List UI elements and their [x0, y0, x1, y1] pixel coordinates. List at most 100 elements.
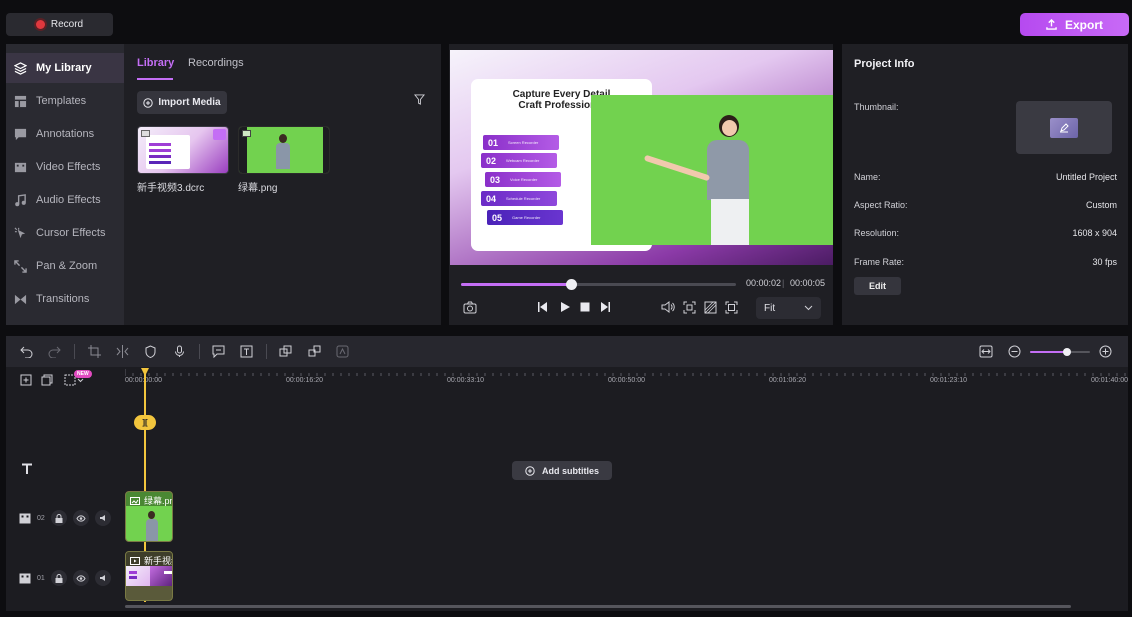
plus-circle-icon	[525, 465, 535, 476]
crop-frame-icon[interactable]	[683, 301, 696, 314]
lock-icon[interactable]	[50, 570, 67, 586]
eye-icon[interactable]	[72, 510, 89, 526]
aspect-toggle-icon[interactable]	[704, 301, 717, 314]
export-label: Export	[1064, 17, 1103, 32]
green-screen-overlay[interactable]	[591, 95, 833, 245]
sidebar-item-cursor-effects[interactable]: Cursor Effects	[6, 218, 124, 248]
cursor-icon	[14, 227, 26, 238]
camera-icon[interactable]	[463, 301, 477, 314]
total-time: 00:00:05	[790, 278, 826, 288]
copy-track-icon[interactable]	[41, 374, 53, 386]
zoom-in-icon[interactable]	[1099, 345, 1112, 358]
sidebar-item-label: Pan & Zoom	[36, 260, 98, 272]
sidebar-item-label: Transitions	[36, 293, 90, 305]
expand-icon	[14, 259, 27, 273]
speaker-icon[interactable]	[94, 510, 111, 526]
video-type-icon	[141, 130, 150, 137]
tab-recordings[interactable]: Recordings	[188, 57, 244, 69]
fullscreen-icon[interactable]	[725, 301, 738, 314]
step-item: 05 Game Recorder	[487, 210, 563, 225]
record-dot-icon	[35, 20, 45, 29]
lock-icon[interactable]	[50, 510, 67, 526]
stop-icon[interactable]	[579, 301, 591, 313]
eye-icon[interactable]	[72, 570, 89, 586]
text-track-icon	[21, 463, 33, 475]
zoom-slider-handle[interactable]	[1063, 348, 1072, 356]
step-item: 01 Screen Recorder	[483, 135, 559, 150]
new-badge: NEW	[74, 370, 92, 378]
split-handle[interactable]: ][	[134, 415, 156, 430]
thumbnail-label: Thumbnail:	[854, 102, 899, 112]
undo-icon[interactable]	[20, 345, 33, 358]
add-subtitles-label: Add subtitles	[541, 465, 599, 476]
clip-label: 绿幕.png	[130, 494, 172, 507]
zoom-fit-select[interactable]: Fit	[756, 297, 821, 319]
edit-project-button[interactable]: Edit	[854, 277, 901, 295]
image-type-icon	[242, 130, 251, 137]
speaker-icon[interactable]	[94, 570, 111, 586]
split-icon[interactable]	[116, 345, 129, 358]
project-thumbnail[interactable]	[1016, 101, 1112, 154]
fit-timeline-icon[interactable]	[979, 345, 993, 358]
video-type-icon	[130, 556, 140, 565]
sidebar-item-label: Templates	[36, 95, 87, 107]
media-thumbnail-image[interactable]	[238, 126, 330, 174]
timeline-clip-image[interactable]: 绿幕.png	[125, 491, 173, 542]
timeline-ruler[interactable]: 00:00:00:00 00:00:16:20 00:00:33:10 00:0…	[125, 367, 1128, 387]
timeline-toolbar	[6, 336, 1128, 367]
frame-rate-value: 30 fps	[1092, 257, 1117, 267]
tab-library[interactable]: Library	[137, 57, 174, 69]
add-track-icon[interactable]	[20, 374, 32, 386]
track-controls: 01	[19, 570, 111, 586]
scrubber-handle[interactable]	[566, 279, 577, 290]
sidebar-item-annotations[interactable]: Annotations	[6, 119, 124, 149]
step-forward-icon[interactable]	[599, 301, 611, 313]
ungroup-icon[interactable]	[308, 345, 321, 358]
timeline-scrollbar[interactable]	[125, 605, 1071, 608]
volume-icon[interactable]	[661, 301, 675, 313]
playback-progress	[461, 283, 571, 286]
crop-icon[interactable]	[88, 345, 101, 358]
sidebar-item-video-effects[interactable]: Video Effects	[6, 152, 124, 182]
zoom-out-icon[interactable]	[1008, 345, 1021, 358]
sidebar-item-label: Cursor Effects	[36, 227, 106, 239]
sidebar-item-transitions[interactable]: Transitions	[6, 284, 124, 314]
filter-icon[interactable]	[414, 94, 425, 105]
timeline-clip-video[interactable]: 新手视频3.dcrc	[125, 551, 173, 601]
preview-canvas[interactable]: Capture Every Detail Craft Professional …	[450, 50, 833, 265]
add-subtitles-button[interactable]: Add subtitles	[512, 461, 612, 480]
edit-label: Edit	[869, 281, 886, 291]
preview-panel: Capture Every Detail Craft Professional …	[449, 44, 833, 325]
name-value: Untitled Project	[1055, 172, 1117, 182]
media-name: 绿幕.png	[238, 183, 278, 194]
shield-icon[interactable]	[144, 345, 157, 358]
sidebar-item-audio-effects[interactable]: Audio Effects	[6, 185, 124, 215]
step-item: 03 Voice Recorder	[485, 172, 561, 187]
ai-icon[interactable]	[336, 345, 349, 358]
import-media-button[interactable]: Import Media	[137, 91, 227, 114]
chevron-down-icon	[804, 305, 813, 311]
sidebar-item-pan-zoom[interactable]: Pan & Zoom	[6, 251, 124, 281]
annotation-icon[interactable]	[212, 345, 225, 358]
track-number: 02	[37, 514, 45, 522]
step-item: 04 Schedule Recorder	[481, 191, 557, 206]
upload-icon	[1046, 19, 1057, 30]
track-number: 01	[37, 574, 45, 582]
text-box-icon[interactable]	[240, 345, 253, 358]
ruler-label: 00:01:23:10	[930, 377, 967, 384]
current-time: 00:00:02	[746, 278, 782, 288]
group-icon[interactable]	[279, 345, 292, 358]
sidebar-item-templates[interactable]: Templates	[6, 86, 124, 116]
redo-icon[interactable]	[48, 345, 61, 358]
step-back-icon[interactable]	[537, 301, 549, 313]
media-thumbnail-video[interactable]	[137, 126, 229, 174]
sidebar-item-my-library[interactable]: My Library	[6, 53, 124, 83]
sidebar-item-label: Audio Effects	[36, 194, 101, 206]
record-button[interactable]: Record	[6, 13, 113, 36]
sidebar-item-label: Annotations	[36, 128, 95, 140]
sidebar-item-label: Video Effects	[36, 161, 101, 173]
template-icon	[14, 95, 27, 107]
microphone-icon[interactable]	[173, 345, 186, 358]
play-icon[interactable]	[559, 301, 571, 313]
export-button[interactable]: Export	[1020, 13, 1129, 36]
